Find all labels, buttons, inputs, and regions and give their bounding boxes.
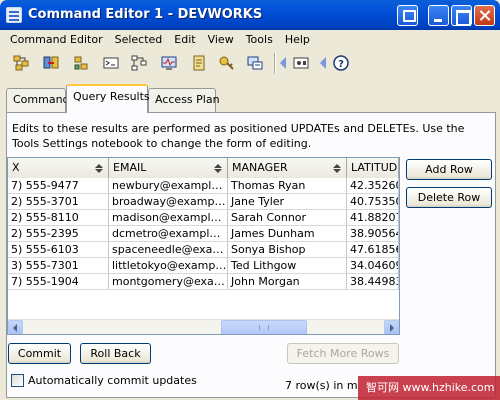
tab-query-results[interactable]: Query Results — [66, 84, 150, 113]
restore-pane-button[interactable] — [397, 5, 418, 26]
table-cell[interactable]: Thomas Ryan — [228, 178, 347, 194]
commit-button[interactable]: Commit — [8, 343, 71, 364]
table-cell[interactable]: newbury@example.com — [109, 178, 228, 194]
table-cell[interactable]: spaceneedle@example.com — [109, 242, 228, 258]
table-row[interactable]: 7) 555-9477 newbury@example.com Thomas R… — [8, 178, 399, 194]
sort-icon[interactable] — [214, 164, 222, 173]
table-cell[interactable]: 2) 555-3701 — [8, 194, 109, 210]
sort-icon[interactable] — [333, 164, 341, 173]
table-cell[interactable]: Ted Lithgow — [228, 258, 347, 274]
toolbar-separator — [274, 53, 276, 73]
column-header-label: X — [12, 161, 20, 174]
tab-strip: Commands Query Results Access Plan — [6, 84, 496, 113]
column-header-label: MANAGER — [232, 161, 288, 174]
roll-back-button[interactable]: Roll Back — [80, 343, 151, 364]
table-cell[interactable]: 40.753505 — [347, 194, 399, 210]
maximize-button[interactable] — [451, 5, 472, 26]
table-row[interactable]: 7) 555-1904 montgomery@example.com John … — [8, 274, 399, 290]
license-center-icon[interactable] — [216, 52, 238, 74]
dev-center-icon[interactable] — [244, 52, 266, 74]
table-cell[interactable]: dcmetro@example.com — [109, 226, 228, 242]
close-button[interactable] — [474, 5, 495, 26]
chevron-left-icon-2 — [320, 57, 326, 69]
health-center-icon[interactable] — [158, 52, 180, 74]
sort-icon[interactable] — [95, 164, 103, 173]
table-cell[interactable]: 42.352606 — [347, 178, 399, 194]
window-title: Command Editor 1 - DEVWORKS — [28, 7, 263, 22]
table-cell[interactable]: 38.905645 — [347, 226, 399, 242]
scrollbar-thumb[interactable] — [221, 320, 307, 334]
replication-center-icon[interactable] — [40, 52, 62, 74]
auto-commit-checkbox[interactable] — [11, 374, 24, 387]
table-row[interactable]: 5) 555-6103 spaceneedle@example.com Sony… — [8, 242, 399, 258]
chevron-left-icon — [280, 57, 286, 69]
menu-view[interactable]: View — [202, 33, 240, 46]
app-icon — [6, 7, 22, 23]
tab-commands[interactable]: Commands — [6, 88, 75, 112]
table-cell[interactable]: Jane Tyler — [228, 194, 347, 210]
menu-edit[interactable]: Edit — [168, 33, 201, 46]
scroll-left-arrow-icon[interactable] — [8, 320, 23, 334]
column-header-email[interactable]: EMAIL — [109, 158, 228, 178]
editing-info-text: Edits to these results are performed as … — [12, 122, 465, 150]
fetch-more-rows-button[interactable]: Fetch More Rows — [287, 343, 399, 364]
column-header-latitude[interactable]: LATITUDE — [347, 158, 399, 178]
table-row[interactable]: 3) 555-7301 littletokyo@example.com Ted … — [8, 258, 399, 274]
tab-access-plan[interactable]: Access Plan — [148, 88, 220, 112]
table-row[interactable]: 2) 555-2395 dcmetro@example.com James Du… — [8, 226, 399, 242]
table-cell[interactable]: 41.882071 — [347, 210, 399, 226]
table-cell[interactable]: 47.618562 — [347, 242, 399, 258]
toolbar: ? — [4, 49, 496, 79]
table-cell[interactable]: Sarah Connor — [228, 210, 347, 226]
table-cell[interactable]: littletokyo@example.com — [109, 258, 228, 274]
table-cell[interactable]: 7) 555-1904 — [8, 274, 109, 290]
table-cell[interactable]: 3) 555-7301 — [8, 258, 109, 274]
auto-commit-label: Automatically commit updates — [28, 374, 197, 387]
menu-tools[interactable]: Tools — [240, 33, 279, 46]
column-header[interactable]: X — [8, 158, 109, 178]
table-cell[interactable]: 2) 555-8110 — [8, 210, 109, 226]
tools-settings-icon[interactable] — [290, 52, 312, 74]
grid-header: X EMAIL MANAGER LATITUDE — [8, 158, 399, 178]
table-row[interactable]: 2) 555-3701 broadway@example.com Jane Ty… — [8, 194, 399, 210]
journal-icon[interactable] — [188, 52, 210, 74]
table-cell[interactable]: 7) 555-9477 — [8, 178, 109, 194]
command-editor-icon[interactable] — [100, 52, 122, 74]
table-cell[interactable]: Sonya Bishop — [228, 242, 347, 258]
title-bar[interactable]: Command Editor 1 - DEVWORKS — [0, 0, 500, 30]
minimize-button[interactable] — [428, 5, 449, 26]
results-grid[interactable]: X EMAIL MANAGER LATITUDE 7) 555-9477 new… — [7, 157, 400, 335]
menu-selected[interactable]: Selected — [109, 33, 169, 46]
horizontal-scrollbar[interactable] — [8, 319, 399, 334]
scroll-right-arrow-icon[interactable] — [384, 320, 399, 334]
table-cell[interactable]: broadway@example.com — [109, 194, 228, 210]
table-cell[interactable]: 34.046095 — [347, 258, 399, 274]
table-cell[interactable]: John Morgan — [228, 274, 347, 290]
column-header-manager[interactable]: MANAGER — [228, 158, 347, 178]
table-row[interactable]: 2) 555-8110 madison@example.com Sarah Co… — [8, 210, 399, 226]
add-row-button[interactable]: Add Row — [406, 159, 492, 180]
column-header-label: LATITUDE — [351, 161, 399, 174]
table-cell[interactable]: 5) 555-6103 — [8, 242, 109, 258]
satellite-admin-icon[interactable] — [70, 52, 92, 74]
table-cell[interactable]: madison@example.com — [109, 210, 228, 226]
table-cell[interactable]: James Dunham — [228, 226, 347, 242]
svg-text:?: ? — [338, 59, 344, 70]
control-center-icon[interactable] — [10, 52, 32, 74]
help-icon[interactable]: ? — [330, 52, 352, 74]
watermark: 智可网 www.hzhike.com — [358, 376, 500, 400]
menu-bar: Command Editor Selected Edit View Tools … — [4, 30, 496, 48]
table-cell[interactable]: 38.449832 — [347, 274, 399, 290]
column-header-label: EMAIL — [113, 161, 147, 174]
row-count-status: 7 row(s) in memory — [285, 379, 358, 392]
table-cell[interactable]: 2) 555-2395 — [8, 226, 109, 242]
table-cell[interactable]: montgomery@example.com — [109, 274, 228, 290]
menu-command-editor[interactable]: Command Editor — [4, 33, 109, 46]
delete-row-button[interactable]: Delete Row — [406, 187, 492, 208]
task-center-icon[interactable] — [128, 52, 150, 74]
menu-help[interactable]: Help — [279, 33, 316, 46]
